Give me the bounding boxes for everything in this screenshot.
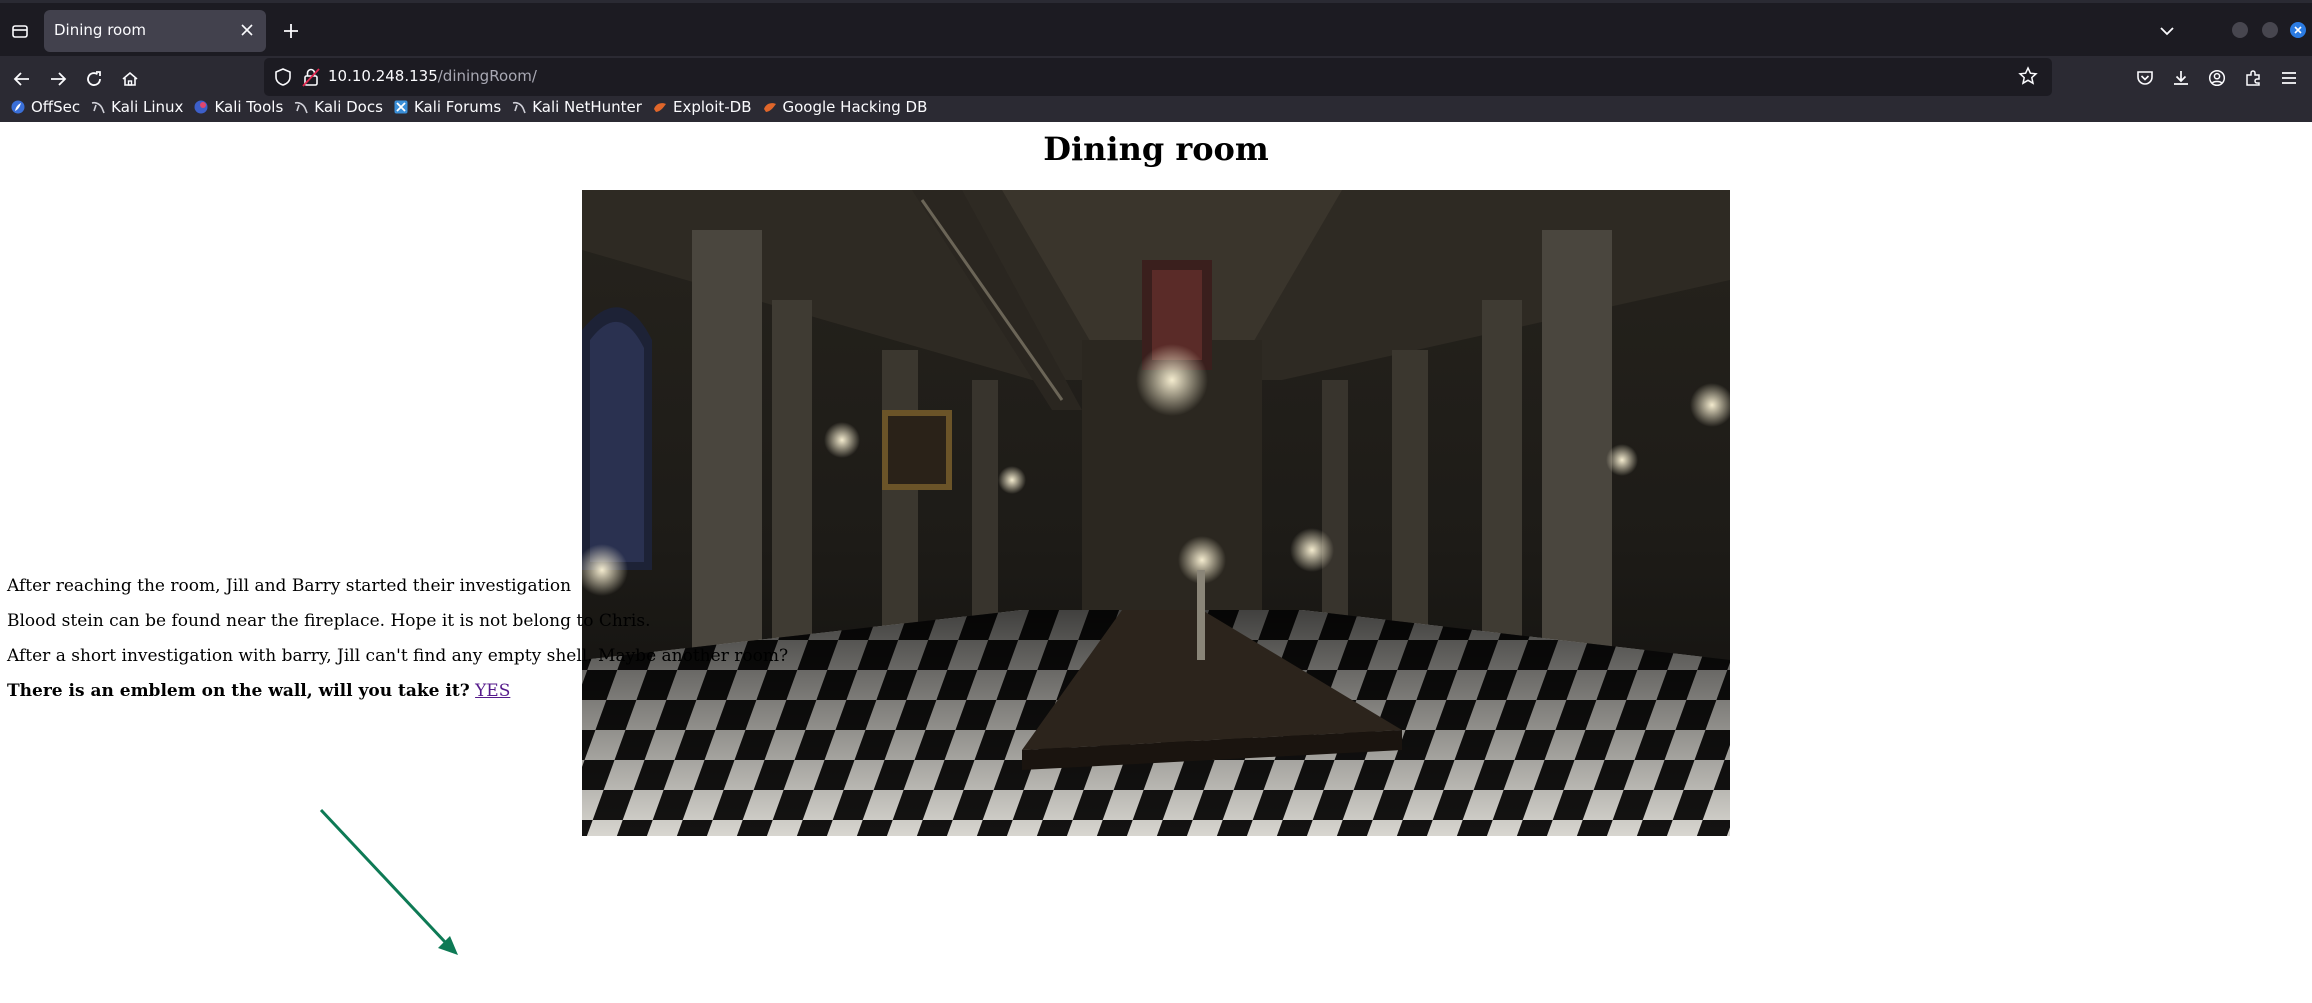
bookmark-kali-tools[interactable]: Kali Tools [193, 98, 283, 116]
kali-dragon-icon [511, 99, 527, 115]
exploit-db-icon [652, 99, 668, 115]
bookmark-kali-nethunter[interactable]: Kali NetHunter [511, 98, 642, 116]
bookmark-kali-linux[interactable]: Kali Linux [90, 98, 183, 116]
insecure-lock-icon[interactable] [302, 67, 320, 87]
bookmark-label: Kali Docs [314, 98, 383, 116]
kali-dragon-icon [293, 99, 309, 115]
bookmark-exploit-db[interactable]: Exploit-DB [652, 98, 752, 116]
pocket-icon[interactable] [2132, 65, 2158, 91]
home-icon[interactable] [116, 65, 144, 93]
bookmarks-toolbar: OffSec Kali Linux Kali Tools Kali Docs K… [0, 92, 927, 122]
bookmark-google-hacking-db[interactable]: Google Hacking DB [762, 98, 928, 116]
story-paragraph: After a short investigation with barry, … [7, 646, 789, 666]
story-paragraph: After reaching the room, Jill and Barry … [7, 576, 572, 596]
kali-dragon-icon [90, 99, 106, 115]
bookmark-star-icon[interactable] [2018, 66, 2040, 88]
bookmark-kali-docs[interactable]: Kali Docs [293, 98, 383, 116]
url-host: 10.10.248.135 [328, 67, 438, 85]
tab-list-icon[interactable] [6, 17, 34, 45]
dining-room-image [582, 190, 1730, 836]
tab-bar: Dining room [0, 0, 2312, 56]
reload-icon[interactable] [80, 65, 108, 93]
app-menu-hamburger-icon[interactable] [2276, 65, 2302, 91]
close-tab-icon[interactable] [236, 19, 258, 41]
emblem-question: There is an emblem on the wall, will you… [7, 681, 510, 701]
kali-forums-icon [393, 99, 409, 115]
bookmark-label: Kali Linux [111, 98, 184, 116]
extensions-icon[interactable] [2240, 65, 2266, 91]
story-paragraph: Blood stein can be found near the firepl… [7, 611, 651, 631]
web-page-content: Dining room After reaching the room, Jil… [0, 122, 2312, 1003]
account-icon[interactable] [2204, 65, 2230, 91]
active-tab[interactable]: Dining room [44, 10, 266, 52]
bookmark-offsec[interactable]: OffSec [10, 98, 80, 116]
back-arrow-icon[interactable] [8, 65, 36, 93]
downloads-icon[interactable] [2168, 65, 2194, 91]
forward-arrow-icon[interactable] [44, 65, 72, 93]
page-heading: Dining room [1043, 130, 1269, 168]
bookmark-label: Kali NetHunter [532, 98, 642, 116]
window-close-button[interactable] [2290, 22, 2306, 38]
kali-tools-icon [193, 99, 209, 115]
window-maximize-button[interactable] [2262, 22, 2278, 38]
question-text: There is an emblem on the wall, will you… [7, 681, 470, 701]
tab-title: Dining room [54, 21, 146, 39]
bookmark-label: Google Hacking DB [782, 98, 928, 116]
window-minimize-button[interactable] [2232, 22, 2248, 38]
offsec-icon [10, 99, 26, 115]
tracking-shield-icon[interactable] [274, 67, 294, 87]
bookmark-label: Kali Forums [413, 98, 502, 116]
yes-link[interactable]: YES [475, 681, 510, 701]
new-tab-icon[interactable] [276, 16, 306, 46]
bookmark-label: OffSec [31, 98, 81, 116]
url-text[interactable]: 10.10.248.135/diningRoom/ [328, 67, 537, 85]
bookmark-label: Kali Tools [214, 98, 284, 116]
bookmark-label: Exploit-DB [672, 98, 752, 116]
bookmark-kali-forums[interactable]: Kali Forums [393, 98, 501, 116]
address-bar[interactable]: 10.10.248.135/diningRoom/ [264, 58, 2052, 96]
list-all-tabs-chevron-icon[interactable] [2152, 17, 2182, 45]
url-path: /diningRoom/ [437, 67, 537, 85]
ghdb-icon [762, 99, 778, 115]
